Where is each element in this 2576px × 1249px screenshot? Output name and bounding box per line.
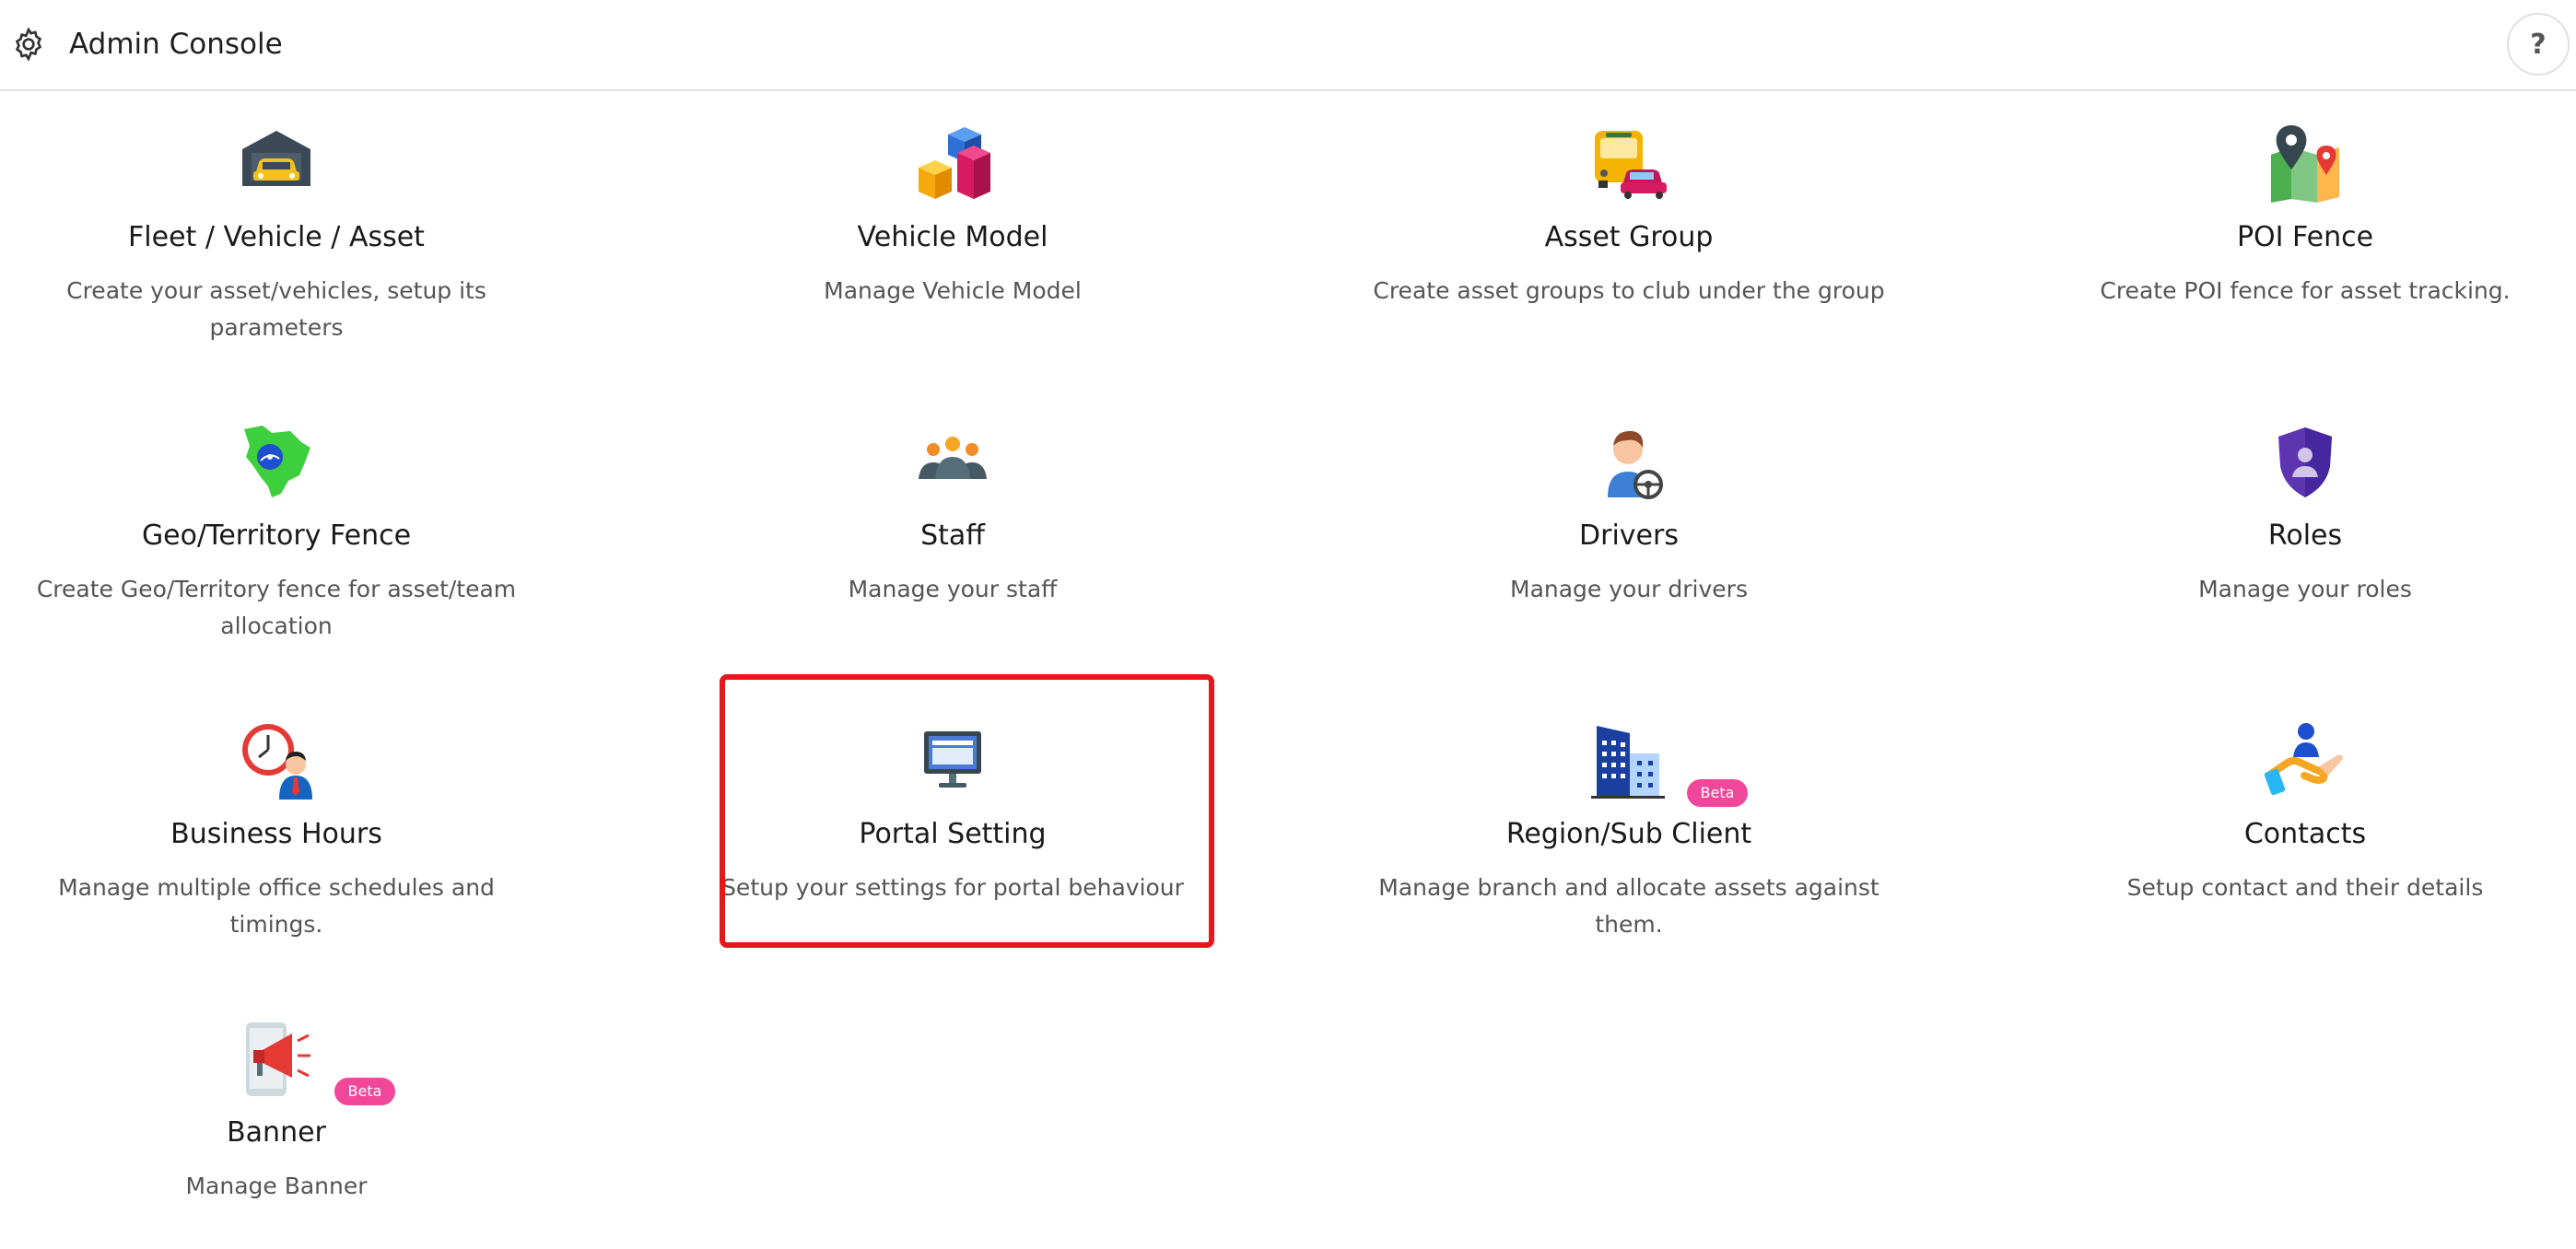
card-description: Manage your drivers [1510,576,1748,602]
card-description: Create Geo/Territory fence for asset/tea… [36,576,517,639]
card-title: Roles [2267,519,2343,552]
top-bar: Admin Console ? [0,0,2576,91]
help-button[interactable]: ? [2507,13,2570,76]
card-title: Contacts [2243,818,2367,850]
card-description: Setup your settings for portal behaviour [721,874,1184,901]
card-vehicle-model[interactable]: Vehicle Model Manage Vehicle Model [676,122,1229,343]
card-description: Setup contact and their details [2126,874,2484,901]
hand-contact-icon [2264,718,2347,801]
gear-icon[interactable] [10,26,47,63]
card-geo-territory-fence[interactable]: Geo/Territory Fence Create Geo/Territory… [0,420,553,641]
card-title: Fleet / Vehicle / Asset [128,221,425,253]
card-title: Vehicle Model [857,221,1048,253]
card-banner[interactable]: Beta Banner Manage Banner [0,1017,553,1238]
territory-map-icon [235,420,318,503]
card-description: Manage Banner [185,1173,368,1199]
card-asset-group[interactable]: Asset Group Create asset groups to club … [1352,122,1905,343]
card-contacts[interactable]: Contacts Setup contact and their details [2029,718,2576,940]
cubes-icon [911,122,994,204]
car-garage-icon [235,122,318,204]
card-roles[interactable]: Roles Manage your roles [2029,420,2576,641]
card-title: Staff [920,519,985,552]
shield-user-icon [2264,420,2347,503]
card-description: Create POI fence for asset tracking. [2100,277,2511,304]
card-title: Business Hours [170,818,382,850]
card-title: Region/Sub Client [1505,818,1752,850]
card-poi-fence[interactable]: POI Fence Create POI fence for asset tra… [2029,122,2576,343]
beta-badge: Beta [1687,779,1748,807]
card-description: Manage multiple office schedules and tim… [58,874,495,938]
driver-icon [1587,420,1670,503]
page-title: Admin Console [69,28,283,61]
card-title: POI Fence [2236,221,2374,253]
map-pin-icon [2264,122,2347,204]
buildings-icon [1587,718,1670,801]
card-staff[interactable]: Staff Manage your staff [676,420,1229,641]
beta-badge: Beta [334,1078,395,1105]
card-portal-setting[interactable]: Portal Setting Setup your settings for p… [676,718,1229,940]
card-title: Geo/Territory Fence [141,519,412,552]
card-description: Manage your roles [2198,576,2412,602]
card-title: Asset Group [1544,221,1714,253]
card-description: Create asset groups to club under the gr… [1373,277,1885,304]
card-region-sub-client[interactable]: Beta Region/Sub Client Manage branch and… [1352,718,1905,940]
card-description: Manage Vehicle Model [824,277,1082,304]
megaphone-icon [235,1017,318,1100]
clock-person-icon [235,718,318,801]
staff-group-icon [911,420,994,503]
card-drivers[interactable]: Drivers Manage your drivers [1352,420,1905,641]
card-title: Banner [227,1116,326,1149]
card-fleet-vehicle-asset[interactable]: Fleet / Vehicle / Asset Create your asse… [0,122,553,343]
card-title: Drivers [1579,519,1679,552]
card-title: Portal Setting [859,818,1047,850]
card-description: Create your asset/vehicles, setup its pa… [66,277,486,341]
card-business-hours[interactable]: Business Hours Manage multiple office sc… [0,718,553,940]
monitor-icon [911,718,994,801]
card-description: Manage your staff [848,576,1058,602]
bus-car-icon [1587,122,1670,204]
card-description: Manage branch and allocate assets agains… [1378,874,1879,938]
